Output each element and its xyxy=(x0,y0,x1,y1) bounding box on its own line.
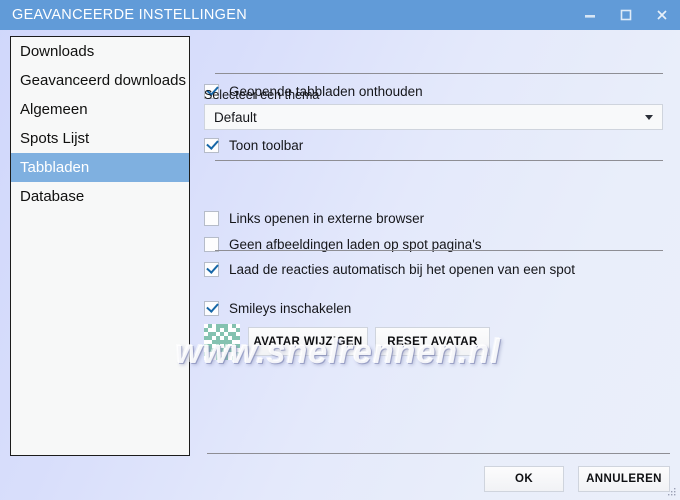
settings-pane-tabbladen: Geopende tabbladen onthouden Selecteer e… xyxy=(200,36,672,460)
settings-category-list[interactable]: Downloads Geavanceerd downloads Algemeen… xyxy=(10,36,190,456)
sidebar-item-geavanceerd-downloads[interactable]: Geavanceerd downloads xyxy=(11,66,189,95)
cancel-label: ANNULEREN xyxy=(586,473,662,485)
option-label: Links openen in externe browser xyxy=(229,211,425,226)
checkbox-show-toolbar[interactable] xyxy=(204,138,219,153)
option-label: Laad de reacties automatisch bij het ope… xyxy=(229,262,575,277)
avatar xyxy=(204,324,240,360)
option-label: Smileys inschakelen xyxy=(229,301,352,316)
separator-1 xyxy=(215,73,663,74)
sidebar-item-label: Spots Lijst xyxy=(20,130,90,147)
reset-avatar-label: RESET AVATAR xyxy=(387,335,478,348)
change-avatar-label: AVATAR WIJZIGEN xyxy=(253,335,363,348)
option-show-toolbar[interactable]: Toon toolbar xyxy=(204,138,303,153)
sidebar-item-label: Algemeen xyxy=(20,101,88,118)
sidebar-item-spots-lijst[interactable]: Spots Lijst xyxy=(11,124,189,153)
separator-2 xyxy=(215,160,663,161)
sidebar-item-algemeen[interactable]: Algemeen xyxy=(11,95,189,124)
titlebar: GEAVANCEERDE INSTELLINGEN xyxy=(0,0,680,30)
chevron-down-icon xyxy=(645,114,653,120)
maximize-button[interactable] xyxy=(608,0,644,30)
reset-avatar-button[interactable]: RESET AVATAR xyxy=(375,327,490,356)
cancel-button[interactable]: ANNULEREN xyxy=(578,466,670,492)
sidebar-item-tabbladen[interactable]: Tabbladen xyxy=(11,153,189,182)
sidebar-item-label: Tabbladen xyxy=(20,159,90,176)
minimize-button[interactable] xyxy=(572,0,608,30)
checkbox-autoload-comments[interactable] xyxy=(204,262,219,277)
window-controls xyxy=(572,0,680,30)
theme-select[interactable]: Default xyxy=(204,104,663,130)
option-enable-smileys[interactable]: Smileys inschakelen xyxy=(204,301,351,316)
option-label: Toon toolbar xyxy=(229,138,304,153)
ok-button[interactable]: OK xyxy=(484,466,564,492)
option-open-links-external-browser[interactable]: Links openen in externe browser xyxy=(204,211,424,226)
checkbox-open-links-external-browser[interactable] xyxy=(204,211,219,226)
ok-label: OK xyxy=(514,473,534,485)
footer-separator xyxy=(207,453,670,454)
settings-window: GEAVANCEERDE INSTELLINGEN Downloads Geav… xyxy=(0,0,680,500)
change-avatar-button[interactable]: AVATAR WIJZIGEN xyxy=(248,327,368,356)
close-button[interactable] xyxy=(644,0,680,30)
separator-3 xyxy=(215,250,663,251)
theme-select-value: Default xyxy=(214,109,257,125)
sidebar-item-label: Geavanceerd downloads xyxy=(20,72,186,89)
window-title: GEAVANCEERDE INSTELLINGEN xyxy=(12,7,247,23)
sidebar-item-downloads[interactable]: Downloads xyxy=(11,37,189,66)
checkbox-enable-smileys[interactable] xyxy=(204,301,219,316)
sidebar-item-label: Downloads xyxy=(20,43,95,60)
sidebar-item-label: Database xyxy=(20,188,85,205)
theme-field-label: Selecteer een thema xyxy=(204,88,320,102)
option-autoload-comments[interactable]: Laad de reacties automatisch bij het ope… xyxy=(204,262,575,277)
resize-grip[interactable] xyxy=(665,485,677,497)
sidebar-item-database[interactable]: Database xyxy=(11,182,189,211)
